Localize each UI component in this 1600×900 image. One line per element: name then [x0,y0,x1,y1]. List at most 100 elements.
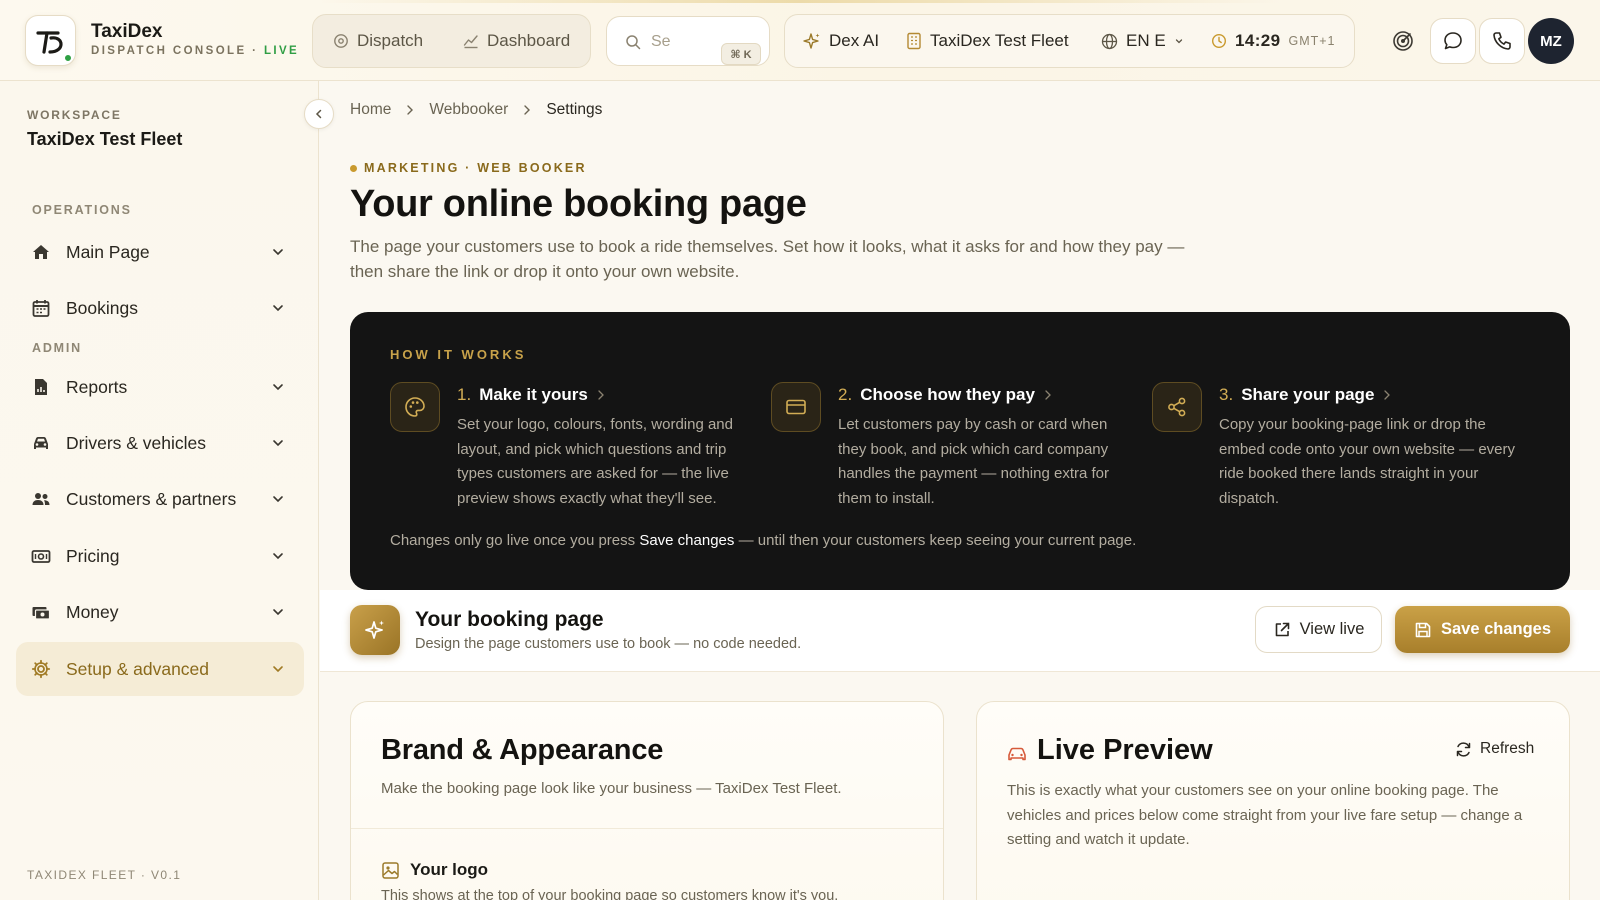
sidebar-item-main-page[interactable]: Main Page [16,225,304,279]
sidebar-item-money[interactable]: Money [16,585,304,639]
clock: 14:29 GMT+1 [1211,15,1336,67]
sidebar-item-label: Reports [66,377,128,397]
sidebar-item-bookings[interactable]: Bookings [16,281,304,335]
top-nav: Dispatch Dashboard [312,14,591,68]
eyebrow-dot [350,164,357,172]
messages-button[interactable] [1430,18,1476,64]
step-title: 2. Choose how they pay [838,385,1053,405]
price-tag-icon [31,550,51,563]
sidebar-item-setup-advanced[interactable]: Setup & advanced [16,642,304,696]
brand-appearance-card: Brand & Appearance Make the booking page… [350,701,944,900]
sidebar: WORKSPACE TaxiDex Test Fleet OPERATIONS … [0,81,319,900]
step-title: 1. Make it yours [457,385,606,405]
search-input[interactable] [651,29,711,55]
clock-time: 14:29 [1235,31,1281,50]
step-title: 3. Share your page [1219,385,1392,405]
search-shortcut: ⌘ K [721,43,761,65]
main-content: Home Webbooker Settings MARKETING · WEB … [320,81,1600,900]
refresh-icon [1456,741,1471,757]
save-changes-button[interactable]: Save changes [1395,606,1570,653]
sidebar-item-customers-partners[interactable]: Customers & partners [16,472,304,526]
chevron-right-icon [1045,390,1051,400]
app-logo[interactable] [25,15,76,66]
breadcrumb-current: Settings [546,101,603,118]
section-label-admin: ADMIN [32,341,82,355]
sidebar-item-reports[interactable]: Reports [16,360,304,414]
search-box: ⌘ K [606,16,770,66]
app-subtitle: DISPATCH CONSOLE · LIVE [91,45,300,57]
phone-icon [1493,32,1511,50]
chevron-down-icon [273,305,283,312]
step-description: Copy your booking-page link or drop the … [1219,416,1515,507]
page-description: The page your customers use to book a ri… [350,237,1185,281]
share-icon [1152,382,1202,432]
booking-page-subtitle: Design the page customers use to book — … [415,636,802,652]
image-icon [382,861,399,879]
chevron-down-icon [273,609,283,616]
sidebar-item-label: Money [66,602,119,622]
building-icon [907,32,921,50]
view-live-label: View live [1299,620,1365,638]
breadcrumb-separator-icon [405,104,415,116]
save-icon [1415,622,1431,637]
breadcrumb-home[interactable]: Home [350,101,391,119]
people-icon [32,493,50,505]
sidebar-collapse-button[interactable] [304,99,334,129]
palette-icon [390,382,440,432]
refresh-button[interactable]: Refresh [1455,740,1534,758]
booking-page-title: Your booking page [415,608,604,631]
sidebar-item-label: Bookings [66,298,138,318]
card-divider [351,828,943,829]
section-label-operations: OPERATIONS [32,203,132,217]
brand-card-title: Brand & Appearance [381,734,664,766]
radar-button[interactable] [1380,18,1426,64]
chevron-right-icon [1384,390,1391,400]
clock-icon [1211,33,1227,49]
user-avatar[interactable]: MZ [1528,18,1574,64]
live-dot [64,54,72,62]
app-version: TAXIDEX FLEET · V0.1 [27,868,182,882]
car-icon [34,437,48,449]
dispatch-icon [334,34,348,48]
view-live-button[interactable]: View live [1255,606,1382,653]
search-icon [626,35,641,50]
sidebar-item-label: Customers & partners [66,489,237,509]
sidebar-item-label: Drivers & vehicles [66,433,207,453]
clock-timezone: GMT+1 [1288,34,1336,48]
live-preview-card: Live Preview Refresh This is exactly wha… [976,701,1570,900]
page-eyebrow: MARKETING · WEB BOOKER [350,161,587,175]
chat-icon [1444,32,1462,50]
credit-card-icon [771,382,821,432]
dex-ai-button[interactable]: Dex AI [803,15,879,67]
settings-icon [31,659,51,679]
sidebar-item-drivers-vehicles[interactable]: Drivers & vehicles [16,416,304,470]
taxidex-logo-icon [36,31,63,54]
workspace-label: WORKSPACE [27,108,122,122]
live-preview-title: Live Preview [1037,734,1213,766]
fleet-selector[interactable]: TaxiDex Test Fleet [906,15,1069,67]
tab-dispatch-label: Dispatch [357,31,424,50]
tab-dispatch[interactable]: Dispatch [333,15,423,67]
breadcrumb: Home Webbooker Settings [350,101,602,119]
chevron-down-icon [273,553,283,560]
breadcrumb-webbooker[interactable]: Webbooker [429,101,508,119]
report-icon [35,379,47,395]
logo-section-description: This shows at the top of your booking pa… [381,888,839,900]
workspace-name[interactable]: TaxiDex Test Fleet [27,129,182,150]
home-icon [33,245,49,259]
sidebar-item-label: Main Page [66,242,150,262]
chevron-down-icon [1175,39,1183,44]
live-preview-description: This is exactly what your customers see … [1007,782,1523,848]
radar-icon [1393,31,1413,51]
chevron-right-icon [598,390,604,400]
sidebar-item-pricing[interactable]: Pricing [16,529,304,583]
language-selector[interactable]: EN English [1101,15,1184,67]
app-title: TaxiDex [91,21,163,42]
context-bar: Dex AI TaxiDex Test Fleet EN English [784,14,1355,68]
phone-button[interactable] [1479,18,1525,64]
tab-dashboard[interactable]: Dashboard [463,15,570,67]
calendar-icon [32,300,50,317]
language-label: EN English [1126,31,1166,50]
chevron-down-icon [273,496,283,503]
dashboard-icon [463,35,478,49]
